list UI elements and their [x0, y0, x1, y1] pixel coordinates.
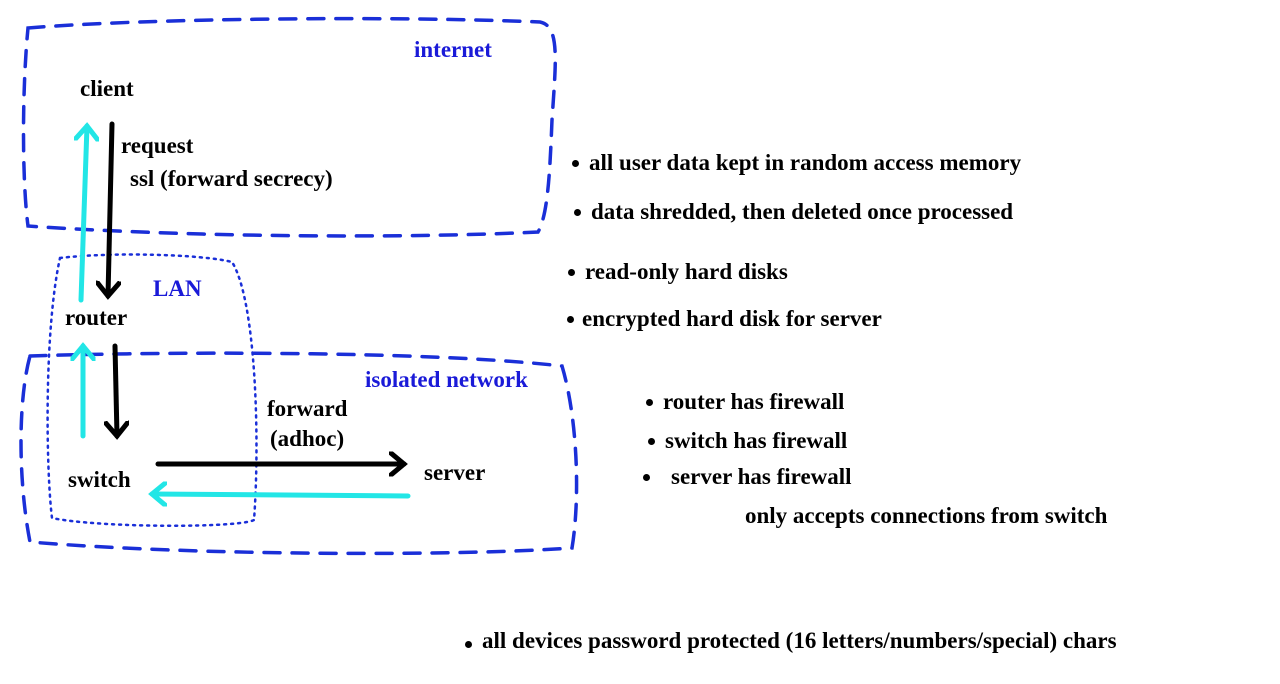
note-shredded-text: data shredded, then deleted once process…	[591, 199, 1014, 224]
note-ram-text: all user data kept in random access memo…	[589, 150, 1022, 175]
client-node-label: client	[80, 76, 134, 101]
response-arrow-router-client	[81, 126, 87, 303]
bullet-icon	[643, 473, 650, 481]
server-node-label: server	[424, 460, 486, 485]
isolated-zone-label: isolated network	[365, 367, 528, 392]
adhoc-edge-label: (adhoc)	[270, 426, 345, 451]
switch-node-label: switch	[68, 467, 131, 492]
bullet-icon	[465, 640, 472, 648]
forward-edge-label: forward	[267, 396, 348, 421]
network-diagram	[19, 16, 579, 556]
bullet-icon	[648, 437, 655, 445]
note-encrypted-text: encrypted hard disk for server	[582, 306, 882, 331]
bullet-icon	[574, 208, 581, 216]
note-router-firewall: router has firewall	[646, 389, 844, 415]
request-edge-label: request	[121, 133, 194, 158]
response-arrow-server-switch	[152, 494, 411, 496]
note-passwords: all devices password protected (16 lette…	[465, 628, 1117, 654]
note-server-firewall-text: server has firewall	[671, 464, 852, 489]
internet-zone-label: internet	[414, 37, 492, 62]
bullet-icon	[568, 268, 575, 276]
note-server-firewall-detail: only accepts connections from switch	[745, 503, 1108, 528]
note-shredded: data shredded, then deleted once process…	[574, 199, 1013, 225]
bullet-icon	[646, 398, 653, 406]
lan-zone-label: LAN	[153, 276, 202, 301]
request-arrow-router-switch	[115, 343, 117, 436]
bullet-icon	[572, 159, 579, 167]
note-router-firewall-text: router has firewall	[663, 389, 845, 414]
note-passwords-text: all devices password protected (16 lette…	[482, 628, 1117, 653]
note-encrypted: encrypted hard disk for server	[567, 306, 882, 332]
ssl-edge-label: ssl (forward secrecy)	[130, 166, 333, 191]
request-arrow-client-router	[108, 121, 112, 296]
note-readonly-text: read-only hard disks	[585, 259, 788, 284]
note-switch-firewall: switch has firewall	[648, 428, 847, 454]
note-readonly: read-only hard disks	[568, 259, 788, 285]
bullet-icon	[567, 315, 574, 323]
router-node-label: router	[65, 305, 128, 330]
note-switch-firewall-text: switch has firewall	[665, 428, 848, 453]
note-server-firewall: server has firewall	[643, 464, 852, 490]
note-ram: all user data kept in random access memo…	[572, 150, 1021, 176]
